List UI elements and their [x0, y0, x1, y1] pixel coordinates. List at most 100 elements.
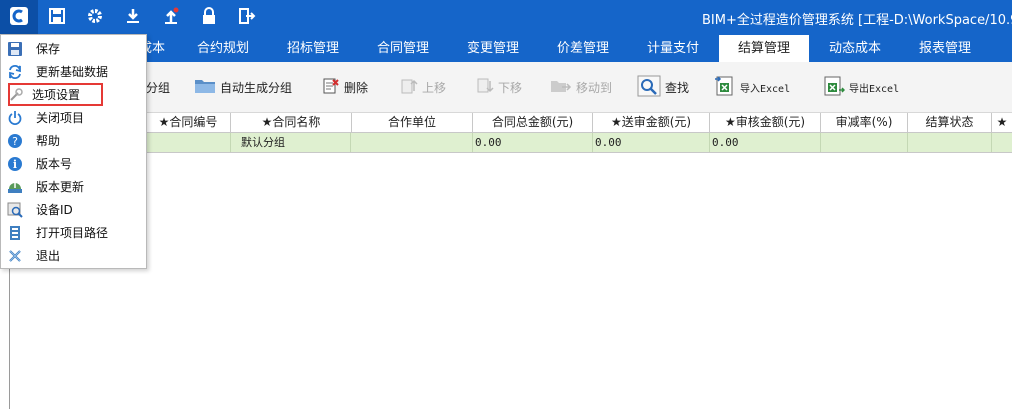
- quick-download-button[interactable]: [114, 0, 152, 34]
- download-icon: [124, 7, 142, 28]
- tab-dynamic-cost[interactable]: 动态成本: [810, 35, 900, 62]
- update-icon: [7, 179, 23, 195]
- folder-path-icon: [7, 225, 23, 241]
- close-icon: [7, 248, 23, 264]
- search-icon: [637, 75, 661, 100]
- row-submitted-amount: 0.00: [593, 133, 710, 152]
- tab-report-management[interactable]: 报表管理: [900, 35, 990, 62]
- column-header-total-amount[interactable]: 合同总金额(元): [473, 113, 593, 132]
- quick-exit-button[interactable]: [228, 0, 266, 34]
- column-header-settlement-status[interactable]: 结算状态: [908, 113, 992, 132]
- tab-tender-management[interactable]: 招标管理: [268, 35, 358, 62]
- auto-group-label: 自动生成分组: [220, 80, 293, 95]
- quick-lock-button[interactable]: [190, 0, 228, 34]
- move-to-label: 移动到: [576, 80, 613, 95]
- help-icon: ?: [7, 133, 23, 149]
- row-settlement-status: [908, 133, 992, 152]
- options-icon: [8, 87, 24, 103]
- column-header-more[interactable]: ★: [992, 113, 1012, 132]
- row-partner-cell: [352, 133, 473, 152]
- tab-change-management[interactable]: 变更管理: [448, 35, 538, 62]
- menu-item-version[interactable]: i 版本号: [1, 152, 146, 175]
- quick-upload-button[interactable]: [152, 0, 190, 34]
- table-row[interactable]: 默认分组 0.00 0.00 0.00: [10, 133, 1012, 153]
- move-to-icon: [550, 77, 572, 98]
- column-header-submitted-amount[interactable]: ★送审金额(元): [593, 113, 710, 132]
- tab-measure-payment[interactable]: 计量支付: [628, 35, 718, 62]
- row-group-name: 默认分组: [231, 133, 351, 152]
- save-icon: [7, 41, 23, 57]
- export-excel-button[interactable]: 导出Excel: [823, 74, 899, 100]
- gear-icon: [86, 7, 104, 28]
- move-down-icon: [476, 77, 494, 98]
- row-audited-amount: 0.00: [710, 133, 821, 152]
- lock-icon: [201, 6, 217, 28]
- app-menu-button[interactable]: [0, 0, 38, 34]
- import-excel-label: 导入Excel: [740, 83, 791, 95]
- row-total-amount: 0.00: [473, 133, 593, 152]
- import-excel-button[interactable]: 导入Excel: [714, 74, 790, 100]
- row-reduction-rate: [821, 133, 908, 152]
- svg-text:i: i: [13, 158, 17, 171]
- row-contract-no-cell: [146, 133, 231, 152]
- delete-label: 删除: [344, 80, 369, 95]
- menu-item-save[interactable]: 保存: [1, 37, 146, 60]
- exit-icon: [238, 7, 256, 28]
- title-bar: BIM+全过程造价管理系统 [工程-D:\WorkSpace/10.9 成本 合…: [0, 0, 1012, 62]
- column-header-contract-name[interactable]: ★合同名称: [231, 113, 352, 132]
- tab-contract-planning[interactable]: 合约规划: [178, 35, 268, 62]
- menu-item-device-id[interactable]: 设备ID: [1, 198, 146, 221]
- upload-icon: [162, 7, 180, 28]
- app-dropdown-menu: 保存 更新基础数据 选项设置 关闭项目 ? 帮助 i 版本号 版本更新 设备ID…: [0, 34, 147, 269]
- menu-item-close-project[interactable]: 关闭项目: [1, 106, 146, 129]
- save-icon: [48, 7, 66, 28]
- move-down-label: 下移: [498, 80, 523, 95]
- tab-price-diff-management[interactable]: 价差管理: [538, 35, 628, 62]
- menu-item-label: 退出: [36, 249, 61, 263]
- menu-item-update-base-data[interactable]: 更新基础数据: [1, 60, 146, 83]
- delete-button[interactable]: 删除: [322, 74, 368, 100]
- folder-icon: [194, 77, 216, 98]
- column-header-partner[interactable]: 合作单位: [352, 113, 473, 132]
- grid-header: ★合同编号 ★合同名称 合作单位 合同总金额(元) ★送审金额(元) ★审核金额…: [10, 113, 1012, 133]
- group-label: 分组: [146, 80, 171, 95]
- find-button[interactable]: 查找: [637, 74, 689, 100]
- menu-item-exit[interactable]: 退出: [1, 244, 146, 267]
- move-up-icon: [400, 77, 418, 98]
- device-id-icon: [7, 202, 23, 218]
- row-extra-cell: [992, 133, 1012, 152]
- menu-item-open-project-path[interactable]: 打开项目路径: [1, 221, 146, 244]
- column-header-audited-amount[interactable]: ★审核金额(元): [710, 113, 821, 132]
- menu-item-help[interactable]: ? 帮助: [1, 129, 146, 152]
- menu-item-label: 版本更新: [36, 180, 85, 194]
- move-down-button[interactable]: 下移: [476, 74, 522, 100]
- quick-access-toolbar: [0, 0, 266, 34]
- quick-settings-button[interactable]: [76, 0, 114, 34]
- move-up-label: 上移: [422, 80, 447, 95]
- menu-item-label: 关闭项目: [36, 111, 85, 125]
- menu-item-label: 版本号: [36, 157, 73, 171]
- app-menu-icon: [9, 6, 29, 29]
- auto-group-button[interactable]: 自动生成分组: [194, 74, 292, 100]
- delete-icon: [322, 77, 340, 98]
- export-excel-icon: [823, 75, 846, 100]
- export-excel-label: 导出Excel: [849, 83, 900, 95]
- tab-settlement-management[interactable]: 结算管理: [719, 35, 809, 62]
- menu-item-label: 帮助: [36, 134, 61, 148]
- find-label: 查找: [665, 80, 690, 95]
- window-title: BIM+全过程造价管理系统 [工程-D:\WorkSpace/10.9: [702, 13, 1012, 28]
- menu-item-label: 选项设置: [32, 88, 81, 102]
- column-header-contract-no[interactable]: ★合同编号: [146, 113, 231, 132]
- tab-contract-management[interactable]: 合同管理: [358, 35, 448, 62]
- import-excel-icon: [714, 75, 736, 100]
- menu-item-options-settings[interactable]: 选项设置: [8, 83, 103, 106]
- group-button[interactable]: 分组: [146, 74, 170, 100]
- info-icon: i: [7, 156, 23, 172]
- menu-item-version-update[interactable]: 版本更新: [1, 175, 146, 198]
- column-header-reduction-rate[interactable]: 审减率(%): [821, 113, 908, 132]
- move-up-button[interactable]: 上移: [400, 74, 446, 100]
- menu-item-label: 保存: [36, 42, 61, 56]
- menu-item-label: 更新基础数据: [36, 65, 109, 79]
- quick-save-button[interactable]: [38, 0, 76, 34]
- move-to-button[interactable]: 移动到: [550, 74, 612, 100]
